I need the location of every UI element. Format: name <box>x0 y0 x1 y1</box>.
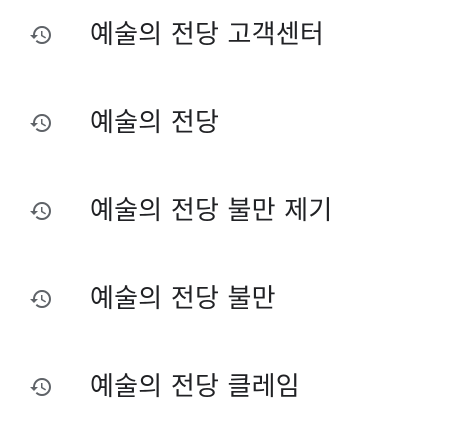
history-suggestion-text: 예술의 전당 <box>90 108 220 138</box>
history-icon <box>29 199 53 223</box>
history-suggestion-text: 예술의 전당 클레임 <box>90 372 300 402</box>
history-icon <box>29 375 53 399</box>
history-icon <box>29 287 53 311</box>
history-suggestion-item[interactable]: 예술의 전당 불만 <box>0 255 452 343</box>
history-suggestion-text: 예술의 전당 불만 제기 <box>90 196 333 226</box>
history-suggestion-text: 예술의 전당 고객센터 <box>90 20 325 50</box>
history-suggestion-text: 예술의 전당 불만 <box>90 284 276 314</box>
history-suggestion-item[interactable]: 예술의 전당 고객센터 <box>0 0 452 79</box>
history-icon <box>29 111 53 135</box>
search-history-list: 예술의 전당 고객센터 예술의 전당 예술의 전당 불만 제기 예술의 전당 불… <box>0 0 452 431</box>
history-suggestion-item[interactable]: 예술의 전당 <box>0 79 452 167</box>
history-suggestion-item[interactable]: 예술의 전당 불만 제기 <box>0 167 452 255</box>
history-suggestion-item[interactable]: 예술의 전당 클레임 <box>0 343 452 431</box>
history-icon <box>29 23 53 47</box>
